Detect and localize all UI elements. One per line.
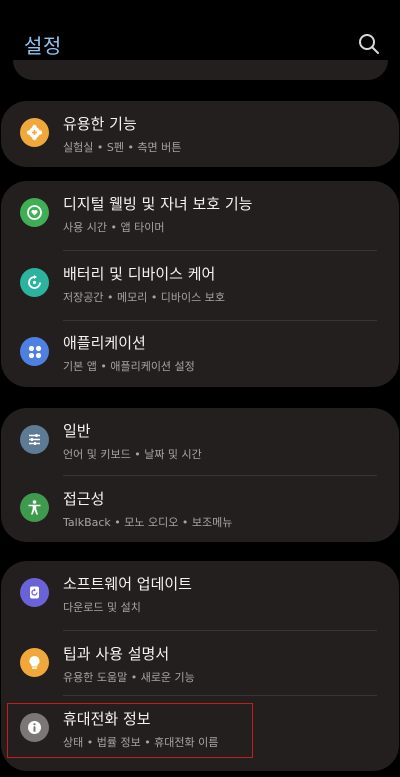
menu-item-applications[interactable]: 애플리케이션 기본 앱 • 애플리케이션 설정	[1, 320, 399, 386]
menu-item-digital-wellbeing[interactable]: 디지털 웰빙 및 자녀 보호 기능 사용 시간 • 앱 타이머	[1, 181, 399, 247]
menu-item-general[interactable]: 일반 언어 및 키보드 • 날짜 및 시간	[1, 408, 399, 474]
menu-item-subtitle: 언어 및 키보드 • 날짜 및 시간	[63, 448, 202, 461]
page-title: 설정	[24, 34, 62, 58]
menu-item-subtitle: TalkBack • 모노 오디오 • 보조메뉴	[63, 516, 233, 529]
previous-card-edge	[13, 60, 388, 80]
menu-item-subtitle: 실험실 • S펜 • 측면 버튼	[63, 141, 182, 154]
menu-item-title: 일반	[63, 422, 91, 440]
menu-item-title: 디지털 웰빙 및 자녀 보호 기능	[63, 195, 253, 213]
menu-item-title: 배터리 및 디바이스 케어	[63, 265, 216, 283]
menu-item-tips-manual[interactable]: 팁과 사용 설명서 유용한 도움말 • 새로운 기능	[1, 631, 399, 697]
menu-item-battery-device-care[interactable]: 배터리 및 디바이스 케어 저장공간 • 메모리 • 디바이스 보호	[1, 251, 399, 317]
menu-item-subtitle: 유용한 도움말 • 새로운 기능	[63, 671, 195, 684]
menu-item-title: 소프트웨어 업데이트	[63, 575, 192, 593]
card-general: 일반 언어 및 키보드 • 날짜 및 시간 접근성 TalkBack • 모노 …	[1, 408, 399, 542]
card-useful-features: 유용한 기능 실험실 • S펜 • 측면 버튼	[1, 101, 399, 167]
apps-grid-icon	[20, 337, 49, 366]
accessibility-person-icon	[20, 493, 49, 522]
lightbulb-icon	[20, 648, 49, 677]
sliders-icon	[20, 425, 49, 454]
menu-item-useful-features[interactable]: 유용한 기능 실험실 • S펜 • 측면 버튼	[1, 101, 399, 167]
menu-item-accessibility[interactable]: 접근성 TalkBack • 모노 오디오 • 보조메뉴	[1, 476, 399, 542]
selection-highlight-box	[7, 703, 253, 758]
menu-item-software-update[interactable]: 소프트웨어 업데이트 다운로드 및 설치	[1, 561, 399, 627]
update-icon	[20, 578, 49, 607]
menu-item-subtitle: 다운로드 및 설치	[63, 601, 141, 614]
menu-item-title: 팁과 사용 설명서	[63, 645, 170, 663]
menu-item-title: 유용한 기능	[63, 115, 137, 133]
card-device-care: 디지털 웰빙 및 자녀 보호 기능 사용 시간 • 앱 타이머 배터리 및 디바…	[1, 181, 399, 387]
refresh-ring-icon	[20, 268, 49, 297]
gear-plus-icon	[20, 118, 49, 147]
menu-item-title: 애플리케이션	[63, 334, 146, 352]
search-button[interactable]	[356, 31, 382, 57]
search-icon	[359, 34, 379, 54]
menu-item-subtitle: 저장공간 • 메모리 • 디바이스 보호	[63, 291, 226, 304]
menu-item-subtitle: 기본 앱 • 애플리케이션 설정	[63, 360, 195, 373]
heart-ring-icon	[20, 198, 49, 227]
menu-item-title: 접근성	[63, 490, 105, 508]
menu-item-subtitle: 사용 시간 • 앱 타이머	[63, 221, 165, 234]
